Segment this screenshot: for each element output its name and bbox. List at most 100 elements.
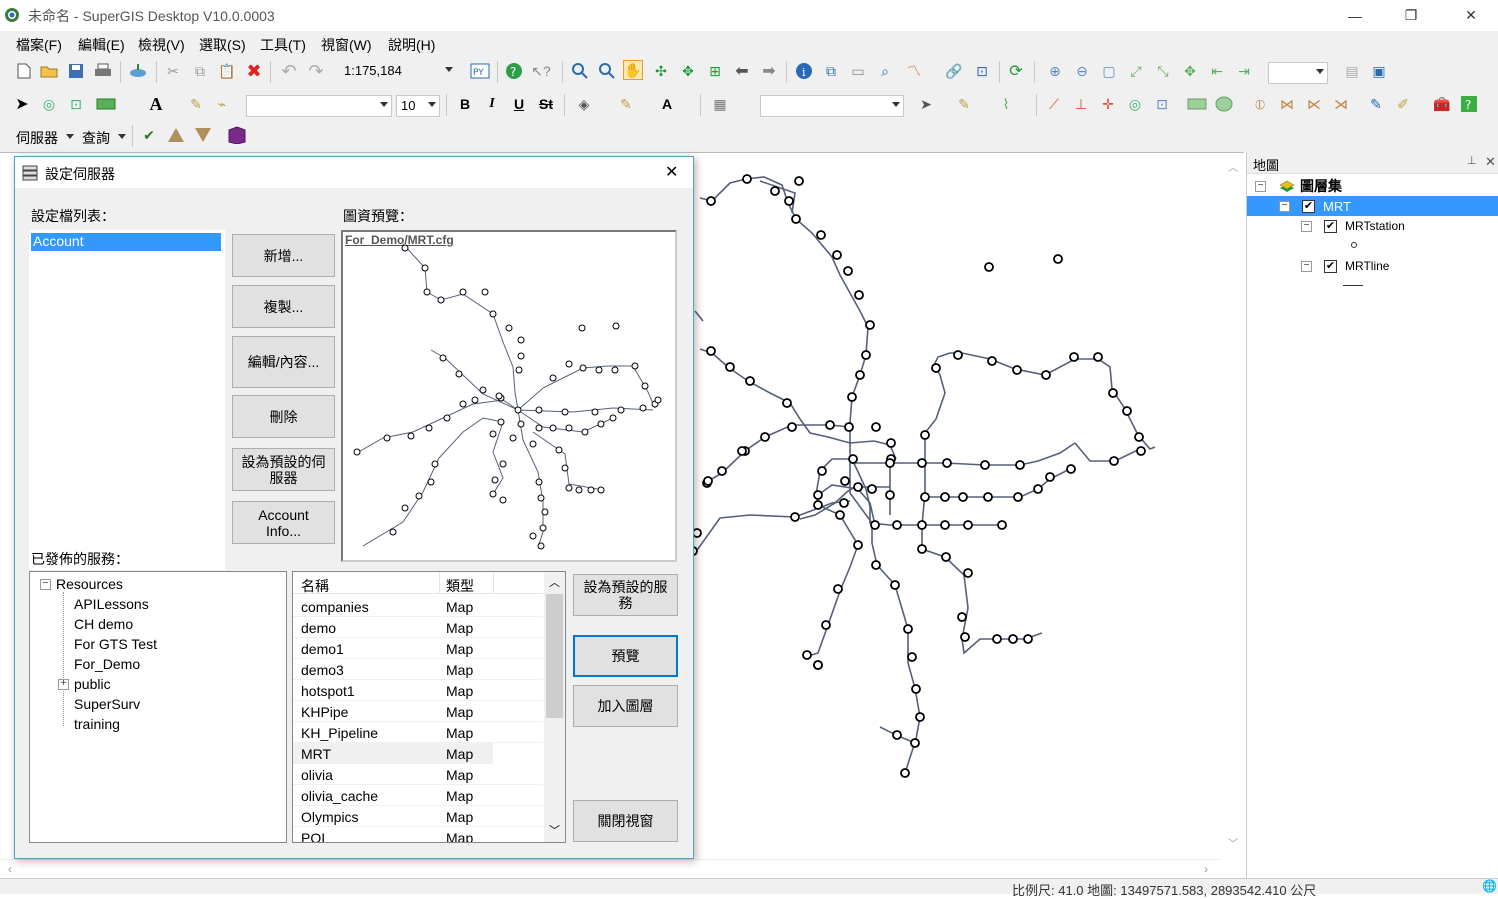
rect-feature-icon[interactable] [1187,94,1207,114]
clip-icon[interactable]: ⋉ [1304,94,1324,114]
scroll-right-icon[interactable]: › [1204,862,1208,876]
cut-icon[interactable]: ✂ [163,61,183,81]
tree-item[interactable]: training [74,716,120,736]
collapse-icon[interactable]: − [1255,180,1266,192]
zoom-whole-page-icon[interactable]: ⤢ [1126,61,1146,81]
line-color-icon[interactable]: ✎ [616,94,636,114]
overview-icon[interactable]: ⊡ [972,61,992,81]
edit-properties-button[interactable]: 編輯/內容... [232,336,335,388]
services-tree[interactable]: − Resources APILessons CH demo For GTS T… [29,571,287,843]
intersect-icon[interactable]: ✛ [1098,94,1118,114]
table-row[interactable]: Olympics Map [293,806,543,827]
circle-snap-icon[interactable]: ◎ [1125,94,1145,114]
table-row[interactable]: demo1 Map [293,638,543,659]
whats-this-icon[interactable]: ↖? [531,61,551,81]
menu-window[interactable]: 視窗(W) [321,35,372,55]
close-button[interactable]: ✕ [1448,0,1494,31]
toolbox-icon[interactable]: 🧰 [1432,94,1452,114]
edit-tool-icon[interactable]: ➤ [916,94,936,114]
column-header-type[interactable]: 類型 [446,576,474,596]
copy-button[interactable]: 複製... [232,285,335,328]
toc-close-icon[interactable]: ✕ [1485,154,1496,170]
map-tips-icon[interactable]: ▭ [848,61,868,81]
layer-group-checkbox[interactable]: ✔ [1302,199,1315,213]
config-listbox[interactable]: Account [29,230,225,570]
toc-layer-row[interactable]: − ✔ MRTstation [1301,216,1405,236]
table-row[interactable]: companies Map [293,596,543,617]
scroll-down-icon[interactable]: ﹀ [1228,835,1238,850]
table-row[interactable]: KH_Pipeline Map [293,722,543,743]
toc-root-row[interactable]: − 圖層集 [1255,176,1342,196]
add-button[interactable]: 新增... [232,234,335,277]
help-book-icon[interactable]: ? [1459,94,1479,114]
collapse-icon[interactable]: − [1279,200,1290,212]
toc-layer-group-row[interactable]: − ✔ MRT [1247,196,1498,216]
tree-item[interactable]: For GTS Test [74,636,157,656]
layer-checkbox[interactable]: ✔ [1324,259,1337,273]
tree-root[interactable]: Resources [56,576,123,596]
preview-button[interactable]: 預覽 [573,635,678,677]
scroll-thumb[interactable] [546,594,563,718]
next-page-icon[interactable]: ⇥ [1234,61,1254,81]
menu-view[interactable]: 檢視(V) [138,35,185,55]
select-arrow-icon[interactable]: ➤ [12,94,32,114]
collapse-icon[interactable]: − [1301,260,1312,272]
select-rectangle-icon[interactable]: ⊡ [66,94,86,114]
save-icon[interactable] [66,61,86,81]
add-layer-button[interactable]: 加入圖層 [573,685,678,727]
print-icon[interactable] [93,61,113,81]
fill-color-icon[interactable]: ◈ [574,94,594,114]
download-icon[interactable] [193,125,213,145]
buffer-icon[interactable]: ⋊ [1331,94,1351,114]
table-row[interactable]: olivia_cache Map [293,785,543,806]
open-folder-icon[interactable] [39,61,59,81]
scroll-left-icon[interactable]: ‹ [8,862,12,876]
zoom-in-icon[interactable] [570,61,590,81]
scroll-up-icon[interactable]: ︿ [549,574,560,590]
union-icon[interactable]: ⋈ [1277,94,1297,114]
find-icon[interactable]: ⌕ [875,61,895,81]
refresh-icon[interactable]: ⟳ [1006,61,1026,81]
python-icon[interactable]: PY [470,61,490,81]
identify-icon[interactable]: i [794,61,814,81]
snap-box-icon[interactable]: ⊡ [1152,94,1172,114]
measure-icon[interactable]: 〽 [904,61,924,81]
bold-icon[interactable]: B [455,94,475,114]
minimize-button[interactable]: — [1332,0,1378,31]
modify-feature-icon[interactable]: ⌇ [996,94,1016,114]
menu-help[interactable]: 說明(H) [388,35,435,55]
fixed-zoom-out-icon[interactable]: ⊖ [1072,61,1092,81]
server-menu[interactable]: 伺服器 [16,128,58,148]
column-header-name[interactable]: 名稱 [301,576,329,596]
tree-item[interactable]: public [74,676,111,696]
pan-page-icon[interactable]: ✥ [1180,61,1200,81]
tree-item[interactable]: CH demo [74,616,133,636]
menu-edit[interactable]: 編輯(E) [78,35,125,55]
zoom-layer-icon[interactable]: ⊞ [705,61,725,81]
strikethrough-icon[interactable]: St [536,94,556,114]
add-data-icon[interactable] [128,61,148,81]
set-default-server-button[interactable]: 設為預設的伺服器 [232,448,335,491]
table-row[interactable]: KHPipe Map [293,701,543,722]
underline-icon[interactable]: U [509,94,529,114]
zoom-100-icon[interactable]: ⤡ [1153,61,1173,81]
symbol-icon[interactable]: ▦ [710,94,730,114]
new-file-icon[interactable] [14,61,34,81]
scroll-down-icon[interactable]: ﹀ [549,822,560,838]
menu-select[interactable]: 選取(S) [199,35,246,55]
pan-hand-icon[interactable]: ✋ [623,60,643,80]
account-info-button[interactable]: Account Info... [232,501,335,544]
edit-vertices-icon[interactable]: ⌁ [212,94,232,114]
full-extent-icon[interactable]: ✣ [651,61,671,81]
services-table[interactable]: 名稱 類型 companies Map demo Map demo1 Map demo… [292,571,566,843]
undo-icon[interactable]: ↶ [279,61,299,81]
catalog-book-icon[interactable] [227,125,247,145]
hyperlink-icon[interactable]: ⧉ [821,61,841,81]
help-icon[interactable]: ? [504,61,524,81]
scale-combo[interactable]: 1:175,184 [340,61,456,83]
previous-page-icon[interactable]: ⇤ [1207,61,1227,81]
fixed-zoom-in-icon[interactable]: ⊕ [1045,61,1065,81]
redo-icon[interactable]: ↷ [306,61,326,81]
table-row[interactable]: demo Map [293,617,543,638]
link-icon[interactable]: 🔗 [944,61,964,81]
